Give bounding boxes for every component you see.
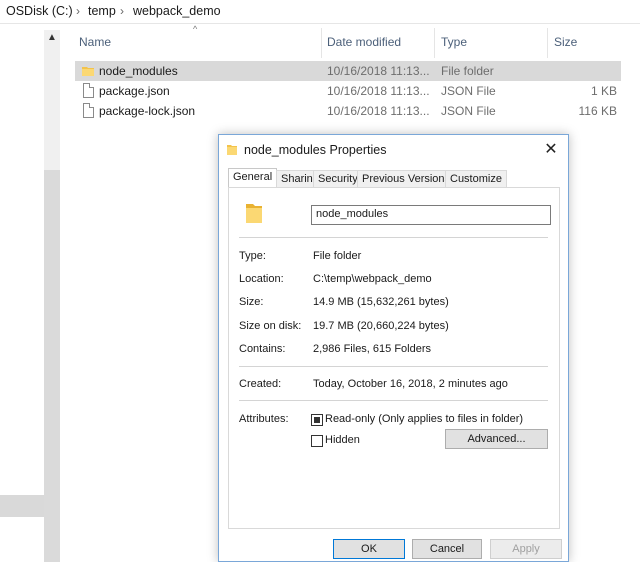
file-date: 10/16/2018 11:13...	[327, 84, 430, 98]
folder-name-input[interactable]: node_modules	[311, 205, 551, 225]
tab-security[interactable]: Security	[313, 170, 363, 187]
breadcrumb-item-webpack-demo[interactable]: webpack_demo	[133, 4, 221, 18]
file-icon	[83, 103, 94, 118]
chevron-right-icon[interactable]: ›	[120, 4, 124, 18]
column-header-date-modified[interactable]: Date modified	[327, 35, 401, 53]
column-header-name[interactable]: Name	[79, 35, 111, 53]
tab-general[interactable]: General	[228, 168, 278, 188]
divider	[239, 237, 548, 238]
folder-icon	[246, 204, 262, 223]
type-value: File folder	[313, 250, 362, 262]
dialog-title: node_modules Properties	[244, 143, 387, 157]
location-label: Location:	[239, 273, 284, 285]
file-type: File folder	[441, 64, 494, 78]
file-type: JSON File	[441, 84, 496, 98]
file-row-package-json[interactable]: package.json 10/16/2018 11:13... JSON Fi…	[75, 81, 621, 101]
divider	[239, 400, 548, 401]
contains-label: Contains:	[239, 343, 286, 355]
column-header-size[interactable]: Size	[554, 35, 577, 53]
file-date: 10/16/2018 11:13...	[327, 64, 430, 78]
read-only-checkbox[interactable]	[311, 414, 323, 426]
file-date: 10/16/2018 11:13...	[327, 104, 430, 118]
file-name: package.json	[99, 84, 170, 98]
ok-button[interactable]: OK	[333, 539, 405, 559]
folder-icon	[82, 67, 94, 76]
file-name: node_modules	[99, 64, 178, 78]
location-value: C:\temp\webpack_demo	[313, 273, 432, 285]
attributes-label: Attributes:	[239, 413, 289, 425]
tab-panel-general: node_modules Type: File folder Location:…	[228, 187, 560, 529]
breadcrumb: OSDisk (C:) › temp › webpack_demo	[0, 0, 640, 24]
scroll-up-icon[interactable]: ▲	[44, 30, 60, 46]
column-divider[interactable]	[321, 28, 322, 58]
contains-value: 2,986 Files, 615 Folders	[313, 343, 432, 355]
chevron-right-icon[interactable]: ›	[76, 4, 80, 18]
file-row-package-lock-json[interactable]: package-lock.json 10/16/2018 11:13... JS…	[75, 101, 621, 121]
size-on-disk-value: 19.7 MB (20,660,224 bytes)	[313, 320, 449, 332]
breadcrumb-item-osdisk[interactable]: OSDisk (C:)	[6, 4, 73, 18]
size-label: Size:	[239, 296, 264, 308]
read-only-label[interactable]: Read-only (Only applies to files in fold…	[325, 413, 523, 425]
properties-dialog: node_modules Properties ✕ General Sharin…	[218, 134, 569, 562]
column-divider[interactable]	[434, 28, 435, 58]
file-name: package-lock.json	[99, 104, 196, 118]
scrollbar-thumb[interactable]	[44, 170, 60, 562]
created-value: Today, October 16, 2018, 2 minutes ago	[313, 378, 508, 390]
navigation-pane-selected-item[interactable]	[0, 495, 44, 517]
divider	[239, 366, 548, 367]
size-value: 14.9 MB (15,632,261 bytes)	[313, 296, 449, 308]
folder-icon	[227, 145, 237, 155]
tab-customize[interactable]: Customize	[445, 170, 507, 187]
close-icon[interactable]: ✕	[540, 139, 562, 161]
hidden-checkbox[interactable]	[311, 435, 323, 447]
hidden-label[interactable]: Hidden	[325, 434, 360, 446]
file-size: 1 KB	[590, 84, 617, 98]
cancel-button[interactable]: Cancel	[412, 539, 482, 559]
file-row-node-modules[interactable]: node_modules 10/16/2018 11:13... File fo…	[75, 61, 621, 81]
file-icon	[83, 83, 94, 98]
column-divider[interactable]	[547, 28, 548, 58]
breadcrumb-item-temp[interactable]: temp	[88, 4, 116, 18]
file-type: JSON File	[441, 104, 496, 118]
tab-previous-versions[interactable]: Previous Versions	[357, 170, 456, 187]
size-on-disk-label: Size on disk:	[239, 320, 302, 332]
type-label: Type:	[239, 250, 266, 262]
sort-ascending-icon: ^	[193, 24, 198, 34]
file-size: 116 KB	[578, 104, 617, 118]
column-header-type[interactable]: Type	[441, 35, 467, 53]
apply-button[interactable]: Apply	[490, 539, 562, 559]
advanced-button[interactable]: Advanced...	[445, 429, 548, 449]
created-label: Created:	[239, 378, 282, 390]
